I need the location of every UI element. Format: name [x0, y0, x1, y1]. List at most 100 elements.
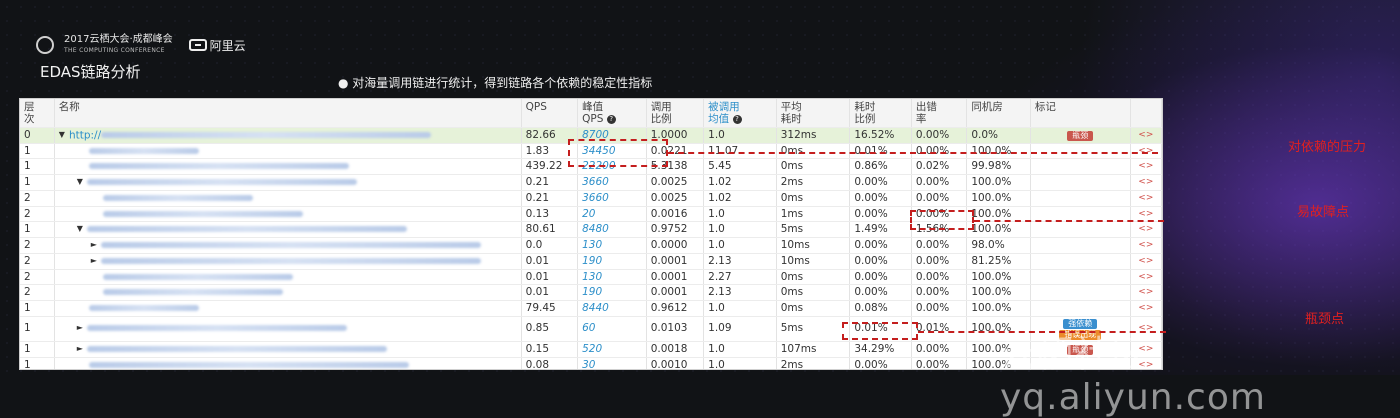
qps-cell: 0.01: [521, 253, 579, 270]
avg-time-cell: 0ms: [776, 269, 851, 286]
level-cell: 2: [20, 253, 55, 270]
service-link[interactable]: http://: [69, 129, 101, 141]
name-cell[interactable]: ▼ http://: [54, 127, 522, 144]
table-row[interactable]: 2 ► 0.01 190 0.0001 2.13 10ms 0.00% 0.00% 81.25% <…: [20, 253, 1162, 270]
name-cell[interactable]: ►: [54, 341, 522, 358]
level-cell: 1: [20, 174, 55, 191]
callee-avg-cell: 1.0: [703, 127, 777, 144]
level-cell: 0: [20, 127, 55, 144]
row-action-icon[interactable]: <>: [1130, 253, 1162, 270]
time-ratio-cell: 1.49%: [849, 221, 912, 239]
qps-cell: 0.13: [521, 206, 579, 223]
peak-qps-link[interactable]: 190: [577, 284, 647, 302]
collapse-arrow-icon[interactable]: ▼: [59, 128, 65, 142]
peak-qps-link[interactable]: 520: [577, 341, 647, 358]
peak-qps-link[interactable]: 8480: [577, 221, 647, 239]
col-peak-qps-label-line: 峰值: [582, 101, 604, 113]
expand-arrow-icon[interactable]: ►: [77, 342, 83, 356]
call-ratio-cell: 0.0025: [646, 190, 705, 207]
table-row[interactable]: 1 ► 0.85 60 0.0103 1.09 5ms 0.01% 0.01% 100.0% 强依赖…: [20, 316, 1162, 342]
qps-cell: 0.21: [521, 174, 579, 191]
name-cell[interactable]: [54, 206, 522, 223]
level-cell: 1: [20, 341, 55, 358]
table-row[interactable]: 2 ► 0.0 130 0.0000 1.0 10ms 0.00% 0.00% 98.0% <>: [20, 237, 1162, 254]
peak-qps-link[interactable]: 130: [577, 269, 647, 286]
conference-subtitle: THE COMPUTING CONFERENCE: [64, 47, 165, 54]
name-cell[interactable]: [54, 357, 522, 369]
callee-avg-cell: 1.0: [703, 237, 777, 254]
row-action-icon[interactable]: <>: [1130, 269, 1162, 286]
table-row[interactable]: 2 0.01 190 0.0001 2.13 0ms 0.00% 0.00% 100.0% <>: [20, 284, 1162, 302]
name-cell[interactable]: [54, 284, 522, 302]
level-cell: 1: [20, 221, 55, 239]
row-action-icon[interactable]: <>: [1130, 237, 1162, 254]
redacted-service-name: [88, 305, 199, 312]
expand-arrow-icon[interactable]: ►: [77, 321, 83, 336]
table-row[interactable]: 1 ▼ 0.21 3660 0.0025 1.02 2ms 0.00% 0.00% 100.0% <…: [20, 174, 1162, 191]
error-rate-cell: 0.01%: [911, 316, 968, 342]
row-action-icon[interactable]: <>: [1130, 158, 1162, 176]
redacted-service-name: [86, 226, 407, 233]
table-row[interactable]: 2 0.01 130 0.0001 2.27 0ms 0.00% 0.00% 100.0% <>: [20, 269, 1162, 286]
peak-qps-link[interactable]: 30: [577, 357, 647, 369]
fault-annotation-line: [974, 220, 1164, 222]
avg-time-cell: 10ms: [776, 237, 851, 254]
pressure-annotation-line: [668, 152, 1158, 154]
time-ratio-cell: 0.00%: [849, 206, 912, 223]
table-row[interactable]: 1 79.45 8440 0.9612 1.0 0ms 0.08% 0.00% 100.0% <>: [20, 300, 1162, 317]
peak-qps-link[interactable]: 60: [577, 316, 647, 342]
name-cell[interactable]: ▼: [54, 174, 522, 191]
error-rate-cell: 0.00%: [911, 300, 968, 317]
col-peak-qps-label-line: QPS ?: [582, 113, 642, 125]
col-callee-avg-header[interactable]: 被调用 均值 ?: [703, 99, 777, 128]
row-action-icon[interactable]: <>: [1130, 300, 1162, 317]
name-cell[interactable]: ▼: [54, 221, 522, 239]
collapse-arrow-icon[interactable]: ▼: [77, 222, 83, 236]
peak-qps-link[interactable]: 190: [577, 253, 647, 270]
peak-qps-link[interactable]: 3660: [577, 174, 647, 191]
col-peak-qps-header[interactable]: 峰值 QPS ?: [577, 99, 647, 128]
name-cell[interactable]: ►: [54, 253, 522, 270]
name-cell[interactable]: [54, 158, 522, 176]
question-icon[interactable]: ?: [606, 114, 616, 124]
error-rate-cell: 0.00%: [911, 284, 968, 302]
error-rate-cell: 0.00%: [911, 127, 968, 144]
row-action-icon[interactable]: <>: [1130, 190, 1162, 207]
expand-arrow-icon[interactable]: ►: [91, 238, 97, 252]
row-action-icon[interactable]: <>: [1130, 221, 1162, 239]
table-row[interactable]: 1 ► 0.15 520 0.0018 1.0 107ms 34.29% 0.00% 100.0%…: [20, 341, 1162, 358]
call-ratio-cell: 0.0000: [646, 237, 705, 254]
error-rate-cell: 0.00%: [911, 237, 968, 254]
pressure-annotation: 对依赖的压力: [1288, 140, 1367, 155]
row-action-icon[interactable]: <>: [1130, 284, 1162, 302]
name-cell[interactable]: ►: [54, 237, 522, 254]
row-action-icon[interactable]: <>: [1130, 174, 1162, 191]
expand-arrow-icon[interactable]: ►: [91, 254, 97, 268]
question-icon[interactable]: ?: [732, 114, 742, 124]
table-row[interactable]: 1 0.08 30 0.0010 1.0 2ms 0.00% 0.00% 100.0% <>: [20, 357, 1162, 369]
peak-qps-link[interactable]: 130: [577, 237, 647, 254]
avg-time-cell: 1ms: [776, 206, 851, 223]
col-level-label-line: 次: [24, 113, 35, 125]
mark-cell: [1030, 237, 1131, 254]
col-call-ratio-label-line: 调用: [650, 101, 672, 113]
name-cell[interactable]: [54, 269, 522, 286]
name-cell[interactable]: ►: [54, 316, 522, 342]
name-cell[interactable]: [54, 190, 522, 207]
qps-cell: 80.61: [521, 221, 579, 239]
row-action-icon[interactable]: <>: [1130, 127, 1162, 144]
time-ratio-cell: 0.00%: [849, 253, 912, 270]
table-row[interactable]: 1 ▼ 80.61 8480 0.9752 1.0 5ms 1.49% 1.56% 100.0% <…: [20, 221, 1162, 239]
table-row[interactable]: 2 0.21 3660 0.0025 1.02 0ms 0.00% 0.00% 100.0% <>: [20, 190, 1162, 207]
collapse-arrow-icon[interactable]: ▼: [77, 175, 83, 189]
name-cell[interactable]: [54, 300, 522, 317]
qps-cell: 79.45: [521, 300, 579, 317]
name-cell[interactable]: [54, 143, 522, 160]
mark-cell: 瓶颈: [1030, 127, 1131, 144]
callee-avg-cell: 1.02: [703, 190, 777, 207]
peak-qps-link[interactable]: 8440: [577, 300, 647, 317]
peak-qps-link[interactable]: 20: [577, 206, 647, 223]
error-rate-cell: 0.00%: [911, 253, 968, 270]
mark-cell: [1030, 158, 1131, 176]
peak-qps-link[interactable]: 3660: [577, 190, 647, 207]
